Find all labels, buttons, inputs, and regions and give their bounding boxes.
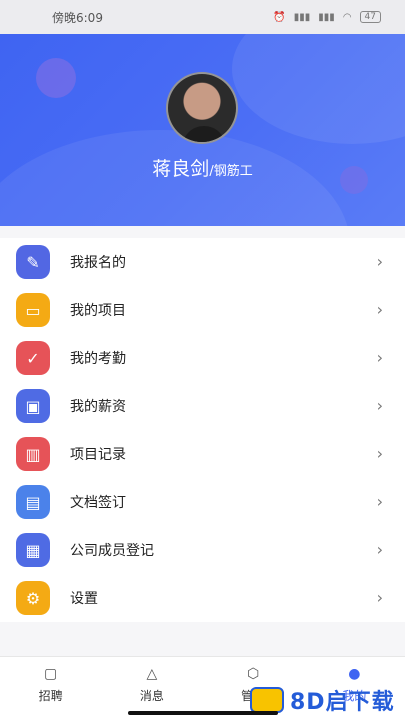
id-card-icon: ▦	[16, 533, 50, 567]
home-indicator[interactable]	[128, 711, 278, 715]
menu-item-label: 我报名的	[70, 255, 126, 271]
user-name: 蒋良剑	[152, 158, 210, 180]
decorative-bubble	[232, 34, 405, 144]
tab-label: 招聘	[38, 689, 63, 703]
decorative-bubble	[36, 58, 76, 98]
menu-item-label: 我的考勤	[70, 351, 126, 367]
watermark-icon	[250, 687, 284, 713]
chevron-right-icon: ›	[376, 588, 383, 607]
chevron-right-icon: ›	[376, 300, 383, 319]
avatar-shirt	[182, 126, 226, 142]
menu-item-member-registration[interactable]: ▦ 公司成员登记 ›	[0, 526, 405, 574]
menu-item-my-projects[interactable]: ▭ 我的项目 ›	[0, 286, 405, 334]
hexagon-icon: ⬡	[247, 666, 260, 682]
calendar-check-icon: ✓	[16, 341, 50, 375]
status-bar: 傍晚6:09 ⏰ ▮▮▮ ▮▮▮ ◠ 47	[0, 0, 405, 34]
menu-item-project-records[interactable]: ▥ 项目记录 ›	[0, 430, 405, 478]
status-icons: ⏰ ▮▮▮ ▮▮▮ ◠ 47	[273, 11, 381, 23]
signal-icon: ▮▮▮	[318, 11, 335, 23]
user-role: /钢筋工	[209, 164, 253, 179]
wifi-icon: ◠	[342, 11, 352, 23]
chevron-right-icon: ›	[376, 492, 383, 511]
menu-item-label: 我的薪资	[70, 399, 126, 415]
menu-item-label: 公司成员登记	[70, 543, 154, 559]
tab-recruit[interactable]: ▢ 招聘	[0, 657, 101, 720]
wallet-icon: ▣	[16, 389, 50, 423]
menu-item-label: 我的项目	[70, 303, 126, 319]
gear-icon: ⚙	[16, 581, 50, 615]
menu-item-my-salary[interactable]: ▣ 我的薪资 ›	[0, 382, 405, 430]
avatar[interactable]	[166, 72, 238, 144]
profile-header: 蒋良剑/钢筋工	[0, 34, 405, 226]
pencil-icon: ✎	[16, 245, 50, 279]
chevron-right-icon: ›	[376, 540, 383, 559]
document-icon: ▤	[16, 485, 50, 519]
menu-item-settings[interactable]: ⚙ 设置 ›	[0, 574, 405, 622]
chevron-right-icon: ›	[376, 252, 383, 271]
menu-item-my-attendance[interactable]: ✓ 我的考勤 ›	[0, 334, 405, 382]
tab-label: 消息	[139, 689, 164, 703]
menu-item-label: 文档签订	[70, 495, 126, 511]
user-info: 蒋良剑/钢筋工	[0, 154, 405, 181]
menu-item-document-signing[interactable]: ▤ 文档签订 ›	[0, 478, 405, 526]
folder-icon: ▭	[16, 293, 50, 327]
bar-chart-icon: ▥	[16, 437, 50, 471]
bell-icon: △	[146, 666, 158, 682]
alarm-icon: ⏰	[273, 11, 286, 23]
menu-item-label: 项目记录	[70, 447, 126, 463]
menu-item-label: 设置	[70, 591, 98, 607]
user-icon: ●	[348, 666, 361, 682]
chevron-right-icon: ›	[376, 444, 383, 463]
signal-icon: ▮▮▮	[293, 11, 311, 23]
briefcase-icon: ▢	[44, 666, 58, 682]
menu-item-my-signups[interactable]: ✎ 我报名的 ›	[0, 238, 405, 286]
menu-list: ✎ 我报名的 › ▭ 我的项目 › ✓ 我的考勤 › ▣ 我的薪资 › ▥ 项目…	[0, 238, 405, 622]
battery-icon: 47	[359, 11, 381, 23]
status-time: 傍晚6:09	[52, 10, 103, 25]
chevron-right-icon: ›	[376, 348, 383, 367]
watermark-text: 8D启下载	[290, 690, 395, 715]
chevron-right-icon: ›	[376, 396, 383, 415]
